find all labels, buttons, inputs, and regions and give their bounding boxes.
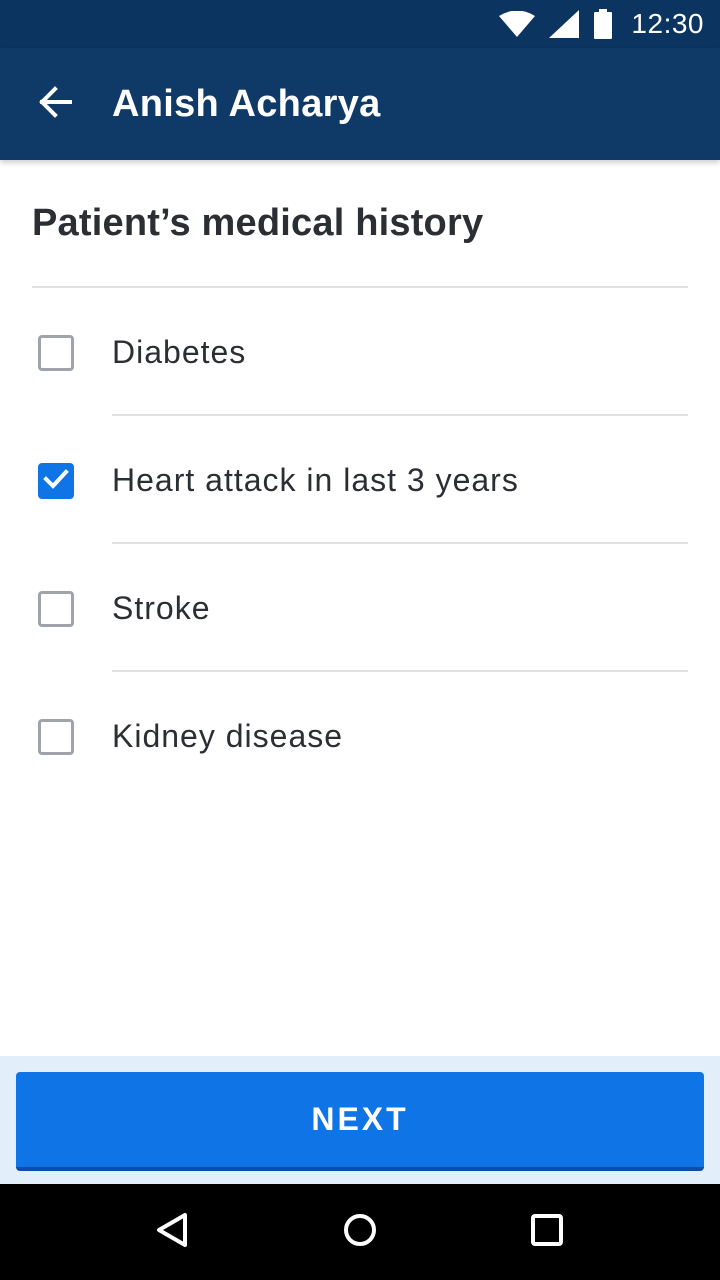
- checkbox-stroke[interactable]: [38, 591, 74, 627]
- list-item-heart-attack[interactable]: Heart attack in last 3 years: [0, 416, 720, 544]
- screen: 12:30 Anish Acharya Patient’s medical hi…: [0, 0, 720, 1280]
- back-triangle-icon: [155, 1212, 191, 1253]
- app-title: Anish Acharya: [112, 82, 381, 125]
- nav-back-button[interactable]: [133, 1192, 213, 1272]
- home-circle-icon: [342, 1212, 378, 1253]
- list-item-diabetes[interactable]: Diabetes: [0, 288, 720, 416]
- arrow-left-icon: [38, 84, 74, 125]
- medical-history-list: Diabetes Heart attack in last 3 years St…: [0, 288, 720, 800]
- list-item-label: Stroke: [112, 590, 211, 626]
- action-area: NEXT: [0, 1056, 720, 1184]
- list-item-label: Heart attack in last 3 years: [112, 462, 519, 498]
- checkbox-kidney-disease[interactable]: [38, 719, 74, 755]
- status-bar: 12:30: [0, 0, 720, 48]
- checkmark-icon: [42, 465, 70, 498]
- back-button[interactable]: [0, 48, 112, 160]
- status-time: 12:30: [631, 8, 704, 39]
- nav-home-button[interactable]: [320, 1192, 400, 1272]
- checkbox-heart-attack[interactable]: [38, 463, 74, 499]
- app-bar: Anish Acharya: [0, 48, 720, 160]
- signal-icon: [549, 10, 580, 38]
- next-button[interactable]: NEXT: [16, 1072, 704, 1171]
- nav-recents-button[interactable]: [507, 1192, 587, 1272]
- checkbox-diabetes[interactable]: [38, 335, 74, 371]
- list-item-label: Kidney disease: [112, 718, 344, 754]
- navigation-bar: [0, 1184, 720, 1280]
- page-title: Patient’s medical history: [32, 202, 484, 244]
- list-item-stroke[interactable]: Stroke: [0, 544, 720, 672]
- list-item-kidney-disease[interactable]: Kidney disease: [0, 672, 720, 800]
- recents-square-icon: [529, 1212, 565, 1253]
- list-item-label: Diabetes: [112, 334, 247, 370]
- wifi-icon: [499, 11, 536, 37]
- battery-icon: [593, 9, 613, 39]
